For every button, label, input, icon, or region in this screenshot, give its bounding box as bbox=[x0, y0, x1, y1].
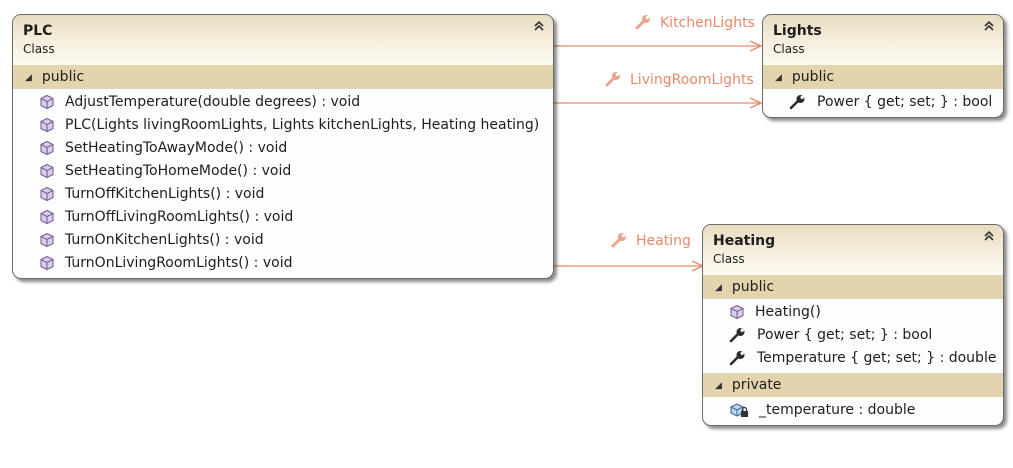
member-row[interactable]: AdjustTemperature(double degrees) : void bbox=[13, 91, 553, 114]
method-icon bbox=[39, 163, 65, 179]
class-kind: Class bbox=[713, 252, 745, 266]
member-list: AdjustTemperature(double degrees) : void… bbox=[13, 89, 553, 278]
heating-association-label[interactable]: Heating bbox=[610, 231, 691, 249]
expand-triangle-icon[interactable]: ◢ bbox=[775, 73, 782, 83]
member-row[interactable]: PLC(Lights livingRoomLights, Lights kitc… bbox=[13, 114, 553, 137]
member-row[interactable]: SetHeatingToHomeMode() : void bbox=[13, 160, 553, 183]
expand-triangle-icon[interactable]: ◢ bbox=[715, 283, 722, 293]
member-row[interactable]: _temperature : double bbox=[703, 399, 1003, 422]
member-signature: Heating() bbox=[755, 304, 821, 320]
class-kind: Class bbox=[773, 42, 805, 56]
section-title: public bbox=[41, 69, 85, 85]
collapse-icon[interactable] bbox=[983, 20, 995, 36]
association-name: LivingRoomLights bbox=[630, 72, 754, 88]
member-signature: PLC(Lights livingRoomLights, Lights kitc… bbox=[65, 117, 540, 133]
class-name: Lights bbox=[773, 23, 822, 39]
member-signature: TurnOnKitchenLights() : void bbox=[65, 232, 264, 248]
livingroomlights-association-label[interactable]: LivingRoomLights bbox=[604, 70, 754, 88]
heating-class-box[interactable]: Heating Class ◢ public Heating() Power { get;… bbox=[702, 224, 1004, 426]
member-signature: Power { get; set; } : bool bbox=[817, 94, 993, 110]
section-title: public bbox=[731, 279, 775, 295]
member-signature: Temperature { get; set; } : double bbox=[757, 350, 997, 366]
member-row[interactable]: TurnOffKitchenLights() : void bbox=[13, 183, 553, 206]
member-list: Heating() Power { get; set; } : bool Tempe… bbox=[703, 299, 1003, 373]
class-name: PLC bbox=[23, 23, 53, 39]
member-signature: TurnOnLivingRoomLights() : void bbox=[65, 255, 293, 271]
wrench-icon bbox=[611, 233, 626, 248]
collapse-icon[interactable] bbox=[983, 230, 995, 246]
wrench-icon bbox=[605, 72, 620, 87]
section-private[interactable]: ◢ private bbox=[703, 373, 1003, 397]
section-public[interactable]: ◢ public bbox=[703, 275, 1003, 299]
private-field-icon bbox=[729, 402, 759, 418]
kitchenlights-association-label[interactable]: KitchenLights bbox=[634, 13, 755, 31]
member-signature: Power { get; set; } : bool bbox=[757, 327, 933, 343]
method-icon bbox=[39, 117, 65, 133]
member-signature: SetHeatingToAwayMode() : void bbox=[65, 140, 288, 156]
member-row[interactable]: Power { get; set; } : bool bbox=[703, 324, 1003, 347]
member-signature: TurnOffLivingRoomLights() : void bbox=[65, 209, 294, 225]
member-row[interactable]: TurnOnLivingRoomLights() : void bbox=[13, 252, 553, 275]
section-title: public bbox=[791, 69, 835, 85]
method-icon bbox=[39, 209, 65, 225]
member-row[interactable]: SetHeatingToAwayMode() : void bbox=[13, 137, 553, 160]
method-icon bbox=[39, 94, 65, 110]
member-signature: AdjustTemperature(double degrees) : void bbox=[65, 94, 361, 110]
expand-triangle-icon[interactable]: ◢ bbox=[715, 381, 722, 391]
section-public[interactable]: ◢ public bbox=[13, 65, 553, 89]
class-header[interactable]: Heating Class bbox=[703, 225, 1003, 275]
method-icon bbox=[729, 304, 755, 320]
member-row[interactable]: Power { get; set; } : bool bbox=[763, 91, 1003, 114]
class-header[interactable]: PLC Class bbox=[13, 15, 553, 65]
method-icon bbox=[39, 232, 65, 248]
association-name: Heating bbox=[636, 233, 691, 249]
lights-class-box[interactable]: Lights Class ◢ public Power { get; set; } : … bbox=[762, 14, 1004, 118]
section-public[interactable]: ◢ public bbox=[763, 65, 1003, 89]
method-icon bbox=[39, 186, 65, 202]
member-list: Power { get; set; } : bool bbox=[763, 89, 1003, 117]
member-signature: SetHeatingToHomeMode() : void bbox=[65, 163, 292, 179]
expand-triangle-icon[interactable]: ◢ bbox=[25, 73, 32, 83]
property-icon bbox=[789, 94, 817, 110]
section-title: private bbox=[731, 377, 782, 393]
member-row[interactable]: TurnOffLivingRoomLights() : void bbox=[13, 206, 553, 229]
member-row[interactable]: Temperature { get; set; } : double bbox=[703, 347, 1003, 370]
class-header[interactable]: Lights Class bbox=[763, 15, 1003, 65]
property-icon bbox=[729, 350, 757, 366]
method-icon bbox=[39, 140, 65, 156]
member-row[interactable]: Heating() bbox=[703, 301, 1003, 324]
plc-class-box[interactable]: PLC Class ◢ public AdjustTemperature(double … bbox=[12, 14, 554, 279]
property-icon bbox=[729, 327, 757, 343]
wrench-icon bbox=[635, 15, 650, 30]
member-row[interactable]: TurnOnKitchenLights() : void bbox=[13, 229, 553, 252]
member-signature: _temperature : double bbox=[759, 402, 916, 418]
class-name: Heating bbox=[713, 233, 776, 249]
class-kind: Class bbox=[23, 42, 55, 56]
member-list: _temperature : double bbox=[703, 397, 1003, 425]
association-name: KitchenLights bbox=[660, 15, 755, 31]
collapse-icon[interactable] bbox=[533, 20, 545, 36]
method-icon bbox=[39, 255, 65, 271]
member-signature: TurnOffKitchenLights() : void bbox=[65, 186, 265, 202]
